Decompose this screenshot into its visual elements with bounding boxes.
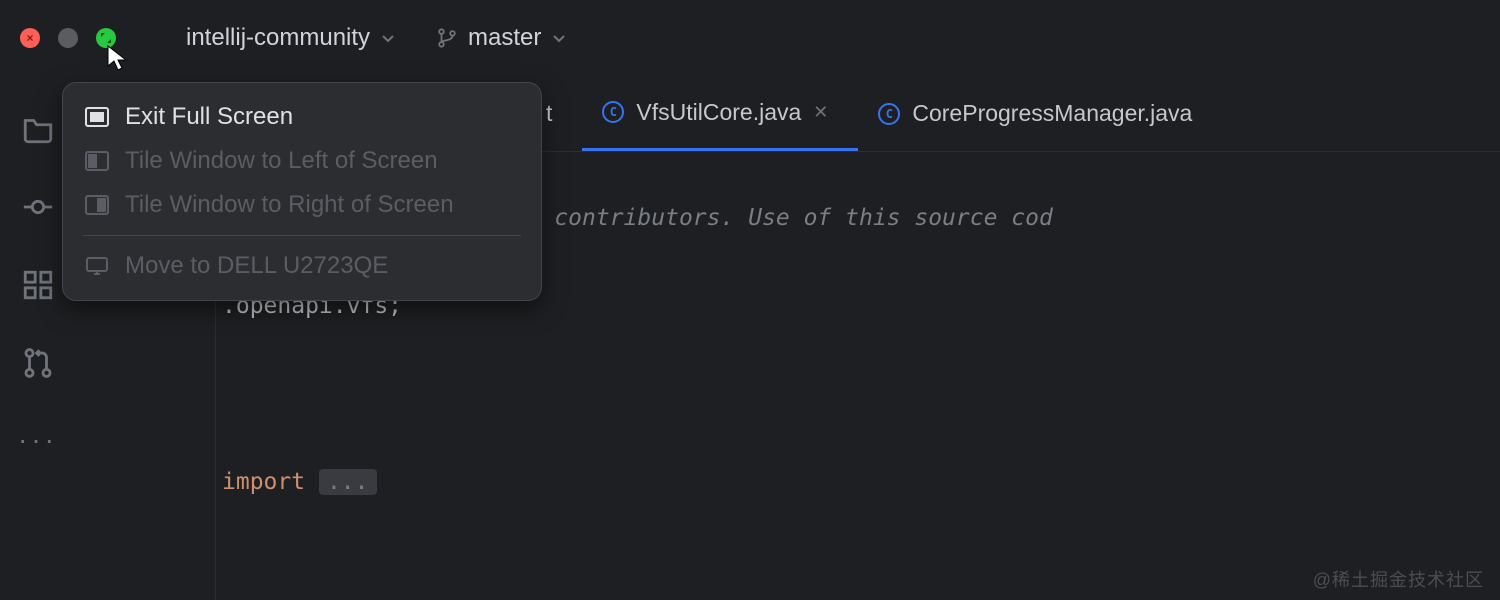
branch-name: master	[468, 24, 541, 52]
window-close-button[interactable]: ×	[20, 28, 40, 48]
menu-label: Move to DELL U2723QE	[125, 252, 388, 280]
more-icon[interactable]: ···	[18, 424, 58, 456]
cursor-icon	[106, 44, 130, 74]
menu-label: Tile Window to Right of Screen	[125, 191, 454, 219]
tile-right-icon	[85, 195, 109, 215]
menu-separator	[83, 235, 521, 236]
menu-tile-left: Tile Window to Left of Screen	[71, 139, 533, 183]
window-minimize-button[interactable]	[58, 28, 78, 48]
editor-tab-vfsutilcore[interactable]: C VfsUtilCore.java ✕	[582, 76, 858, 151]
project-dropdown[interactable]: intellij-community	[176, 18, 406, 58]
commit-icon[interactable]	[21, 190, 55, 224]
tab-label: VfsUtilCore.java	[636, 99, 801, 126]
tile-left-icon	[85, 151, 109, 171]
project-name: intellij-community	[186, 24, 370, 52]
window-menu-popup: Exit Full Screen Tile Window to Left of …	[62, 82, 542, 301]
menu-exit-fullscreen[interactable]: Exit Full Screen	[71, 95, 533, 139]
titlebar: × intellij-community master	[0, 0, 1500, 76]
structure-icon[interactable]	[21, 268, 55, 302]
java-class-icon: C	[602, 101, 624, 123]
menu-label: Exit Full Screen	[125, 103, 293, 131]
fullscreen-exit-icon	[85, 107, 109, 127]
tab-label: CoreProgressManager.java	[912, 100, 1192, 127]
monitor-icon	[85, 256, 109, 276]
editor-tab-coreprogressmanager[interactable]: C CoreProgressManager.java	[858, 76, 1222, 151]
menu-label: Tile Window to Left of Screen	[125, 147, 438, 175]
java-class-icon: C	[878, 103, 900, 125]
traffic-lights: ×	[20, 28, 116, 48]
branch-icon	[436, 27, 458, 49]
menu-tile-right: Tile Window to Right of Screen	[71, 183, 533, 227]
folder-icon[interactable]	[21, 112, 55, 146]
watermark: @稀土掘金技术社区	[1313, 566, 1484, 592]
pull-request-icon[interactable]	[21, 346, 55, 380]
chevron-down-icon	[380, 30, 396, 46]
branch-dropdown[interactable]: master	[426, 18, 577, 58]
tab-label: t	[546, 100, 552, 127]
chevron-down-icon	[551, 30, 567, 46]
close-icon[interactable]: ✕	[813, 102, 828, 123]
menu-move-to-display: Move to DELL U2723QE	[71, 244, 533, 288]
